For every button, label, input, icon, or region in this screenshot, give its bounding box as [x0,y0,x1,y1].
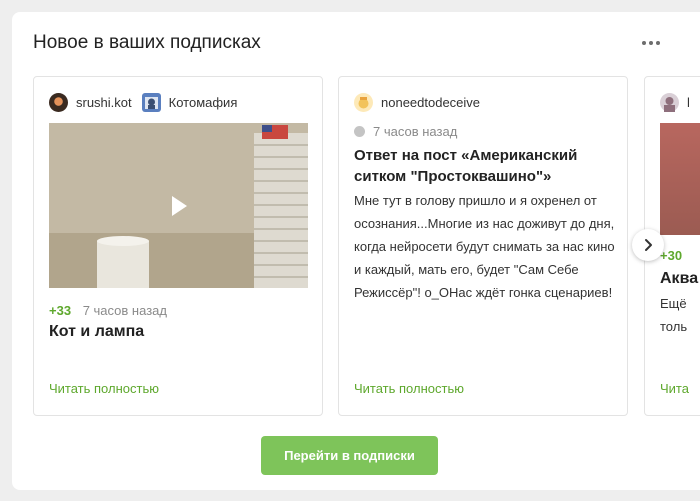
community-icon[interactable] [141,92,161,112]
community-name[interactable]: Котомафия [169,95,238,110]
rating: +33 [49,303,72,318]
post-title[interactable]: Ответ на пост «Американский ситком "Прос… [354,145,604,187]
author-avatar[interactable] [660,92,679,112]
rating: +30 [660,248,683,263]
author-name[interactable]: l [687,95,690,110]
play-icon[interactable] [172,196,187,216]
post-meta: 7 часов назад [354,124,457,139]
chevron-right-icon[interactable] [632,229,664,261]
author-avatar[interactable] [354,92,373,112]
go-to-subscriptions-button[interactable]: Перейти в подписки [261,436,438,475]
post-title[interactable]: Аква [660,270,698,288]
status-dot-icon [354,126,365,137]
post-text: Ещё [660,296,687,311]
post-card[interactable]: noneedtodeceive 7 часов назад Ответ на п… [338,76,628,416]
author-avatar[interactable] [49,92,68,112]
read-more-link[interactable]: Читать полностью [49,381,159,396]
post-time: 7 часов назад [373,124,458,139]
post-image[interactable] [660,123,700,235]
card-header: l [660,92,690,112]
post-card[interactable]: srushi.kot Котомафия +33 7 часов назад К… [33,76,323,416]
author-name[interactable]: noneedtodeceive [381,95,480,110]
subscriptions-panel: Новое в ваших подписках srushi.kot Котом… [12,12,700,490]
post-text: Мне тут в голову пришло и я охренел от о… [354,193,615,300]
card-header: noneedtodeceive [354,92,480,112]
more-dots-icon[interactable] [639,34,663,52]
panel-title: Новое в ваших подписках [33,32,261,53]
post-meta: +33 7 часов назад [49,303,167,318]
post-title[interactable]: Кот и лампа [49,323,144,341]
author-name[interactable]: srushi.kot [76,95,132,110]
read-more-link[interactable]: Чита [660,381,689,396]
card-header: srushi.kot Котомафия [49,92,237,112]
read-more-link[interactable]: Читать полностью [354,381,464,396]
post-text: толь [660,319,688,334]
video-thumbnail[interactable] [49,123,308,288]
post-time: 7 часов назад [82,303,167,318]
